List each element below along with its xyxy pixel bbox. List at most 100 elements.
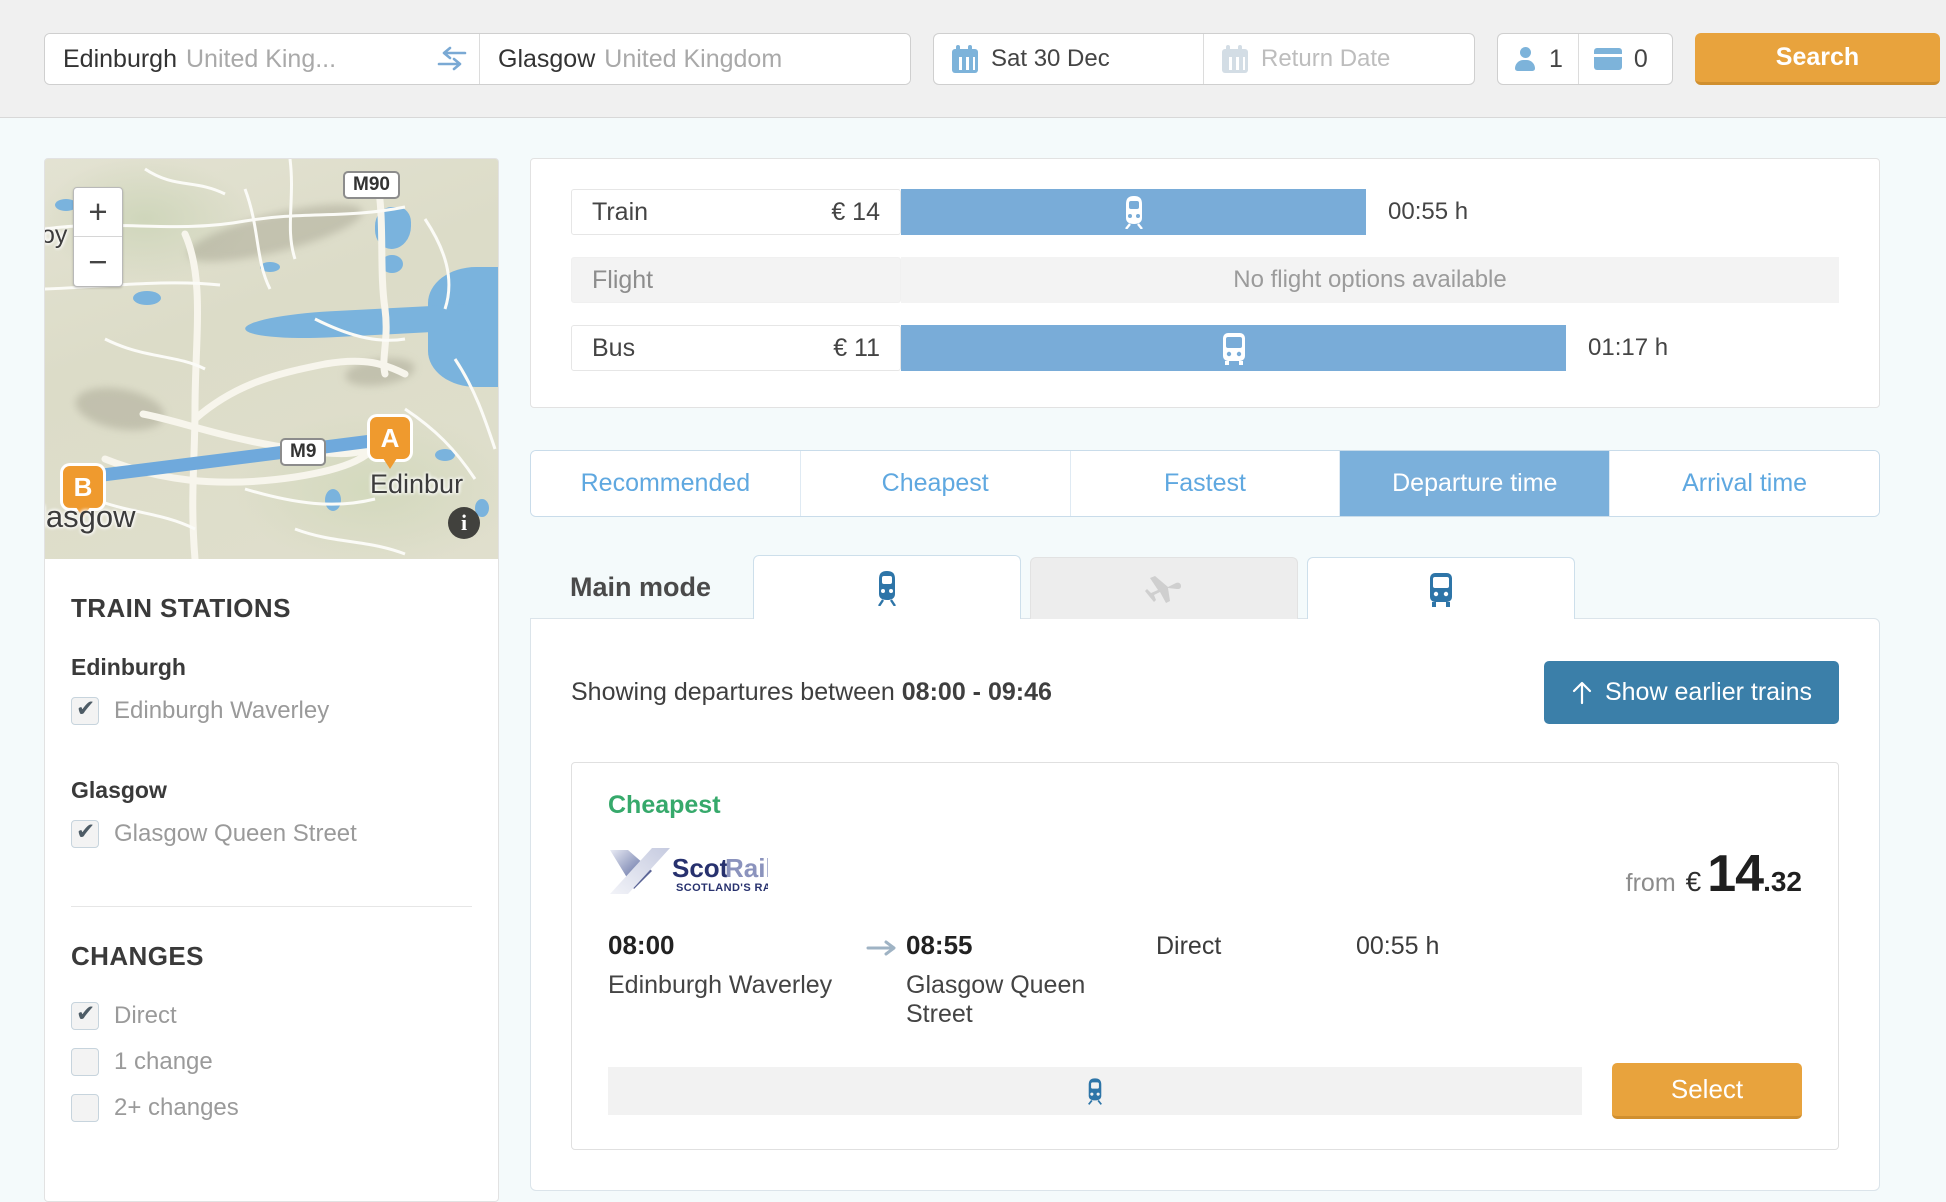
mode-label-box: Train € 14 — [571, 189, 901, 235]
bag-count: 0 — [1633, 44, 1648, 73]
origin-city: Edinburgh — [63, 44, 177, 73]
dates-group: Sat 30 Dec Return Date — [933, 33, 1475, 85]
person-icon — [1513, 46, 1537, 72]
svg-text:Rail: Rail — [725, 853, 768, 883]
main-mode-tabs: Main mode — [530, 555, 1880, 619]
show-earlier-trains-label: Show earlier trains — [1604, 678, 1812, 706]
mode-tab-train[interactable] — [753, 555, 1022, 619]
depart-date-input[interactable]: Sat 30 Dec — [934, 34, 1204, 84]
bus-icon — [1222, 333, 1245, 365]
checkbox-icon[interactable] — [71, 1048, 99, 1076]
train-stations-title: TRAIN STATIONS — [71, 593, 291, 623]
select-button[interactable]: Select — [1612, 1063, 1802, 1119]
operator-logo-scotrail: Scot Rail SCOTLAND'S RAILWAY — [608, 844, 806, 902]
showing-departures-text: Showing departures between 08:00 - 09:46 — [571, 678, 1052, 707]
sort-tab-arrival-time[interactable]: Arrival time — [1610, 451, 1879, 516]
departure-station: Edinburgh Waverley — [608, 971, 833, 999]
train-icon — [1124, 196, 1143, 229]
passenger-count-selector[interactable]: 1 — [1498, 34, 1579, 84]
calendar-icon-return — [1222, 45, 1248, 73]
destination-country: United Kingdom — [604, 44, 783, 73]
checkbox-label: Direct — [114, 1002, 177, 1029]
mode-tab-flight[interactable] — [1030, 557, 1299, 619]
destination-input[interactable]: Glasgow United Kingdom — [480, 34, 910, 84]
mode-duration: 00:55 h — [1388, 198, 1469, 225]
arrow-up-icon — [1572, 681, 1592, 704]
departure-time: 08:00 — [608, 930, 675, 960]
price-cents: .32 — [1763, 866, 1802, 897]
mode-comparison-card: Train € 14 00:55 h Flight No flight opti… — [530, 158, 1880, 408]
zoom-in-button[interactable]: + — [74, 188, 122, 237]
price-whole: 14 — [1707, 845, 1764, 903]
checkbox-label: Glasgow Queen Street — [114, 820, 357, 847]
marker-a-label: A — [370, 417, 410, 459]
checkbox-icon[interactable] — [71, 1000, 99, 1030]
checkbox-label: 2+ changes — [114, 1094, 239, 1121]
mode-row-train[interactable]: Train € 14 00:55 h — [571, 189, 1839, 235]
checkbox-label: 1 change — [114, 1048, 213, 1075]
depart-date-value: Sat 30 Dec — [991, 45, 1110, 72]
station-group-glasgow: Glasgow Glasgow Queen Street — [71, 777, 472, 848]
sidebar-divider — [71, 906, 472, 907]
sort-tab-fastest[interactable]: Fastest — [1070, 451, 1341, 516]
route-map[interactable]: M90 M9 A B Edinbur lasgow oy + − i — [45, 159, 498, 559]
cheapest-badge: Cheapest — [608, 791, 721, 819]
checkbox-icon[interactable] — [71, 1094, 99, 1122]
search-bar: Edinburgh United King... Glasgow United … — [0, 0, 1946, 118]
mode-duration: 01:17 h — [1588, 334, 1669, 361]
map-label-glasgow: lasgow — [45, 499, 136, 534]
sort-tab-departure-time[interactable]: Departure time — [1340, 451, 1611, 516]
passenger-count: 1 — [1549, 44, 1563, 73]
station-filter-glasgow-queen-street[interactable]: Glasgow Queen Street — [71, 818, 472, 848]
sort-tab-recommended[interactable]: Recommended — [531, 451, 801, 516]
marker-tail — [381, 455, 399, 469]
changes-filter-direct[interactable]: Direct — [71, 1000, 472, 1030]
mode-row-bus[interactable]: Bus € 11 01:17 h — [571, 325, 1839, 371]
train-icon — [878, 570, 897, 606]
map-zoom-controls: + − — [73, 187, 123, 287]
map-marker-a[interactable]: A — [370, 417, 410, 469]
zoom-out-button[interactable]: − — [74, 237, 122, 286]
svg-text:SCOTLAND'S RAILWAY: SCOTLAND'S RAILWAY — [676, 882, 768, 894]
checkbox-label: Edinburgh Waverley — [114, 697, 330, 724]
station-group-edinburgh: Edinburgh Edinburgh Waverley — [71, 654, 472, 725]
mode-row-flight: Flight No flight options available — [571, 257, 1839, 303]
map-label-edinburgh: Edinbur — [370, 469, 464, 499]
arrow-right-icon — [866, 930, 906, 965]
trip-footer: Select — [608, 1063, 1802, 1119]
mode-price: € 14 — [831, 197, 880, 226]
station-filter-edinburgh-waverley[interactable]: Edinburgh Waverley — [71, 695, 472, 725]
sort-tab-cheapest[interactable]: Cheapest — [800, 451, 1071, 516]
results-card: Showing departures between 08:00 - 09:46… — [530, 618, 1880, 1191]
price-from-label: from — [1625, 869, 1676, 897]
bag-count-selector[interactable]: 0 — [1579, 34, 1663, 84]
changes-filter-two-plus-changes[interactable]: 2+ changes — [71, 1094, 472, 1122]
changes-title: CHANGES — [71, 941, 204, 971]
swap-arrows-icon[interactable] — [437, 46, 467, 72]
checkbox-icon[interactable] — [71, 695, 99, 725]
mode-name: Bus — [592, 333, 636, 362]
search-button[interactable]: Search — [1695, 33, 1940, 85]
trip-price: from € 14 .32 — [1626, 844, 1802, 904]
return-date-input[interactable]: Return Date — [1204, 34, 1474, 84]
showing-range: 08:00 - 09:46 — [901, 678, 1052, 706]
return-date-placeholder: Return Date — [1261, 45, 1391, 72]
map-info-icon[interactable]: i — [448, 507, 480, 539]
origin-input[interactable]: Edinburgh United King... — [45, 34, 480, 84]
filters-sidebar: M90 M9 A B Edinbur lasgow oy + − i TRAIN… — [44, 158, 499, 1202]
suitcase-icon — [1593, 48, 1622, 70]
motorway-shield-m90: M90 — [343, 171, 400, 199]
map-label-partial: oy — [45, 221, 68, 249]
changes-filter-one-change[interactable]: 1 change — [71, 1048, 472, 1076]
trip-result-card[interactable]: Cheapest Scot Rail SCOTLAND'S RA from € … — [571, 762, 1839, 1150]
main-mode-label: Main mode — [570, 572, 712, 602]
trip-duration: 00:55 h — [1356, 932, 1440, 960]
show-earlier-trains-button[interactable]: Show earlier trains — [1543, 661, 1839, 724]
svg-text:Scot: Scot — [672, 853, 729, 883]
departure-info: 08:00 Edinburgh Waverley — [608, 930, 866, 1000]
sort-tabs: Recommended Cheapest Fastest Departure t… — [530, 450, 1880, 517]
mode-tab-bus[interactable] — [1307, 557, 1576, 619]
checkbox-icon[interactable] — [71, 818, 99, 848]
